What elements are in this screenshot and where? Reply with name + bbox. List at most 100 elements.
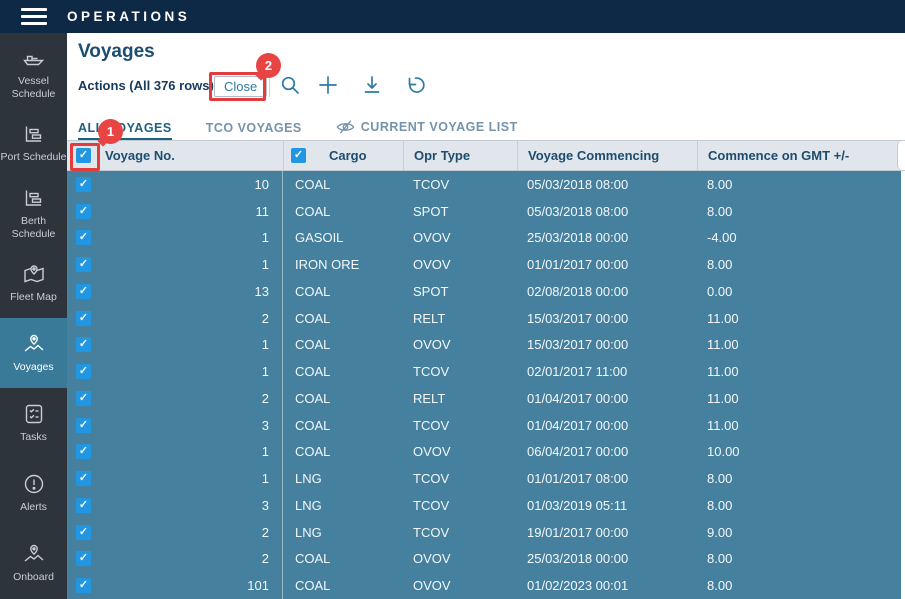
cell-voyage-no: 3 — [100, 411, 283, 439]
row-checkbox-cell: ✓ — [67, 546, 100, 573]
actions-label: Actions (All 376 rows): — [78, 78, 219, 93]
cell-voyage-commencing: 05/03/2018 08:00 — [527, 176, 629, 192]
cell-commence-on-gmt: 10.00 — [707, 444, 740, 460]
row-checkbox[interactable]: ✓ — [76, 551, 91, 567]
row-checkbox[interactable]: ✓ — [76, 230, 91, 246]
cell-cargo: COAL — [295, 283, 331, 299]
sidebar-item-tasks[interactable]: Tasks — [0, 388, 67, 458]
table-row[interactable]: ✓ 2 COAL OVOV 25/03/2018 00:00 8.00 — [67, 545, 901, 573]
row-checkbox[interactable]: ✓ — [76, 283, 91, 299]
cell-opr-type: OVOV — [413, 337, 451, 353]
row-checkbox-cell: ✓ — [67, 358, 100, 385]
cell-cargo: COAL — [295, 551, 331, 567]
table-row[interactable]: ✓ 3 LNG TCOV 01/03/2019 05:11 8.00 — [67, 492, 901, 519]
search-icon[interactable] — [280, 75, 300, 95]
cell-opr-type: SPOT — [413, 283, 449, 299]
row-checkbox[interactable]: ✓ — [76, 203, 91, 219]
column-header-opr-type[interactable]: Opr Type — [403, 141, 517, 170]
row-checkbox[interactable]: ✓ — [76, 176, 91, 192]
cell-opr-type: TCOV — [413, 417, 450, 433]
cell-voyage-no: 1 — [100, 358, 283, 385]
column-header-cargo[interactable]: ✓ Cargo — [283, 141, 403, 170]
row-checkbox[interactable]: ✓ — [76, 417, 91, 433]
row-checkbox[interactable]: ✓ — [76, 497, 91, 513]
add-icon[interactable] — [318, 75, 338, 95]
cargo-column-checkbox[interactable]: ✓ — [291, 148, 306, 163]
row-checkbox[interactable]: ✓ — [76, 257, 91, 273]
table-row[interactable]: ✓ 2 COAL RELT 01/04/2017 00:00 11.00 — [67, 385, 901, 412]
cell-cargo: COAL — [295, 444, 331, 460]
select-all-checkbox[interactable]: ✓ — [76, 148, 91, 163]
cell-voyage-no: 2 — [100, 518, 283, 546]
cell-cargo: COAL — [295, 337, 331, 353]
cell-commence-on-gmt: 11.00 — [707, 337, 739, 353]
sidebar-item-voyages[interactable]: Voyages — [0, 318, 67, 388]
schedule-icon — [25, 190, 41, 206]
cell-voyage-commencing: 15/03/2017 00:00 — [527, 310, 629, 326]
cell-opr-type: TCOV — [413, 497, 450, 513]
sidebar-item-label: Tasks — [20, 431, 47, 444]
table-row[interactable]: ✓ 2 COAL RELT 15/03/2017 00:00 11.00 — [67, 304, 901, 332]
tab-label: CURRENT VOYAGE LIST — [360, 120, 518, 134]
table-row[interactable]: ✓ 1 IRON ORE OVOV 01/01/2017 00:00 8.00 — [67, 251, 901, 278]
row-checkbox[interactable]: ✓ — [76, 390, 91, 406]
eye-off-icon — [336, 120, 355, 134]
cell-voyage-commencing: 01/01/2017 00:00 — [527, 257, 629, 273]
sidebar-item-alerts[interactable]: Alerts — [0, 458, 67, 528]
cell-cargo: COAL — [295, 364, 331, 380]
sidebar-item-vessel-schedule[interactable]: Vessel Schedule — [0, 38, 67, 108]
row-checkbox-cell: ✓ — [67, 305, 100, 332]
cell-commence-on-gmt: 0.00 — [707, 283, 733, 299]
table-row[interactable]: ✓ 1 LNG TCOV 01/01/2017 08:00 8.00 — [67, 465, 901, 492]
cell-voyage-commencing: 01/04/2017 00:00 — [527, 390, 629, 406]
sidebar-item-port-schedule[interactable]: Port Schedule — [0, 108, 67, 178]
row-checkbox[interactable]: ✓ — [76, 337, 91, 353]
sidebar-item-onboard[interactable]: Onboard — [0, 528, 67, 598]
cell-voyage-commencing: 15/03/2017 00:00 — [527, 337, 629, 353]
table-row[interactable]: ✓ 1 GASOIL OVOV 25/03/2018 00:00 -4.00 — [67, 224, 901, 252]
page-title: Voyages — [78, 41, 155, 62]
column-header-commence-on-gmt[interactable]: Commence on GMT +/- — [697, 141, 897, 170]
table-row[interactable]: ✓ 1 COAL TCOV 02/01/2017 11:00 11.00 — [67, 358, 901, 385]
table-row[interactable]: ✓ 10 COAL TCOV 05/03/2018 08:00 8.00 — [67, 171, 901, 198]
row-checkbox[interactable]: ✓ — [76, 471, 91, 487]
menu-icon[interactable] — [0, 8, 67, 25]
cell-commence-on-gmt: -4.00 — [707, 230, 737, 246]
sidebar-item-berth-schedule[interactable]: Berth Schedule — [0, 178, 67, 248]
cell-commence-on-gmt: 11.00 — [707, 310, 739, 326]
column-header-voyage-commencing[interactable]: Voyage Commencing — [517, 141, 697, 170]
row-checkbox[interactable]: ✓ — [76, 310, 91, 326]
row-checkbox[interactable]: ✓ — [76, 578, 91, 594]
tab-current-voyage-list[interactable]: CURRENT VOYAGE LIST — [336, 119, 518, 141]
table-row[interactable]: ✓ 101 COAL OVOV 01/02/2023 00:01 8.00 — [67, 572, 901, 599]
column-header-voyage-no[interactable]: Voyage No. — [100, 141, 283, 170]
cell-opr-type: OVOV — [413, 551, 451, 567]
table-row[interactable]: ✓ 13 COAL SPOT 02/08/2018 00:00 0.00 — [67, 278, 901, 305]
row-checkbox-cell: ✓ — [67, 278, 100, 305]
row-checkbox-cell: ✓ — [67, 198, 100, 225]
cell-commence-on-gmt: 11.00 — [707, 390, 739, 406]
table-row[interactable]: ✓ 1 COAL OVOV 06/04/2017 00:00 10.00 — [67, 438, 901, 466]
cell-cargo: IRON ORE — [295, 257, 360, 273]
row-checkbox[interactable]: ✓ — [76, 364, 91, 380]
tab-all-voyages[interactable]: ALL VOYAGES — [78, 121, 172, 141]
close-button[interactable]: Close — [214, 76, 268, 97]
undo-icon[interactable] — [405, 75, 425, 95]
row-checkbox[interactable]: ✓ — [76, 524, 91, 540]
table-row[interactable]: ✓ 3 COAL TCOV 01/04/2017 00:00 11.00 — [67, 411, 901, 439]
row-checkbox-cell: ✓ — [67, 171, 100, 198]
tab-tco-voyages[interactable]: TCO VOYAGES — [206, 121, 302, 141]
download-icon[interactable] — [362, 75, 382, 95]
cell-commence-on-gmt: 8.00 — [707, 203, 733, 219]
next-column-edge — [897, 141, 905, 170]
sidebar-item-fleet-map[interactable]: Fleet Map — [0, 248, 67, 318]
row-checkbox[interactable]: ✓ — [76, 444, 91, 460]
sidebar-item-label: Vessel Schedule — [11, 74, 56, 100]
vessel-icon — [22, 55, 44, 66]
table-row[interactable]: ✓ 2 LNG TCOV 19/01/2017 00:00 9.00 — [67, 518, 901, 546]
sidebar-item-label: Onboard — [13, 571, 54, 584]
cell-commence-on-gmt: 8.00 — [707, 471, 733, 487]
row-checkbox-cell: ✓ — [67, 332, 100, 359]
table-row[interactable]: ✓ 1 COAL OVOV 15/03/2017 00:00 11.00 — [67, 331, 901, 359]
table-row[interactable]: ✓ 11 COAL SPOT 05/03/2018 08:00 8.00 — [67, 197, 901, 225]
